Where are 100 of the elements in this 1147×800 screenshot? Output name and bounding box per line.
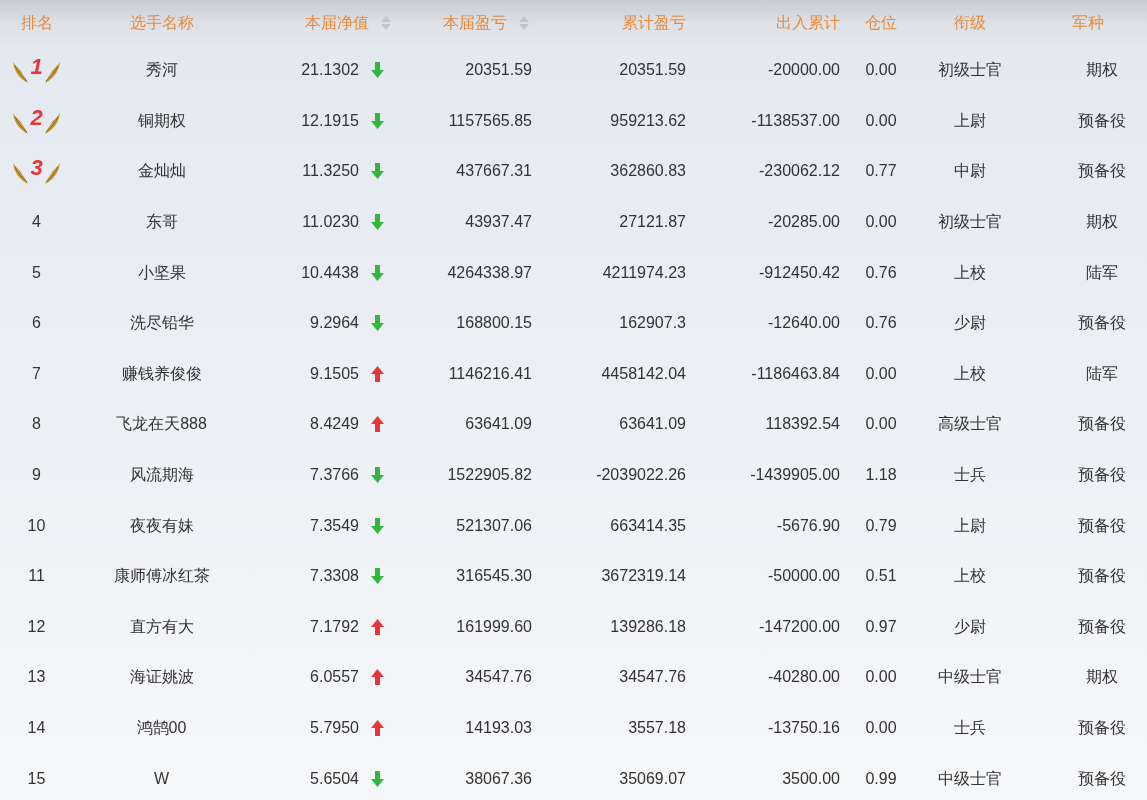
position-ratio: 0.76 bbox=[865, 313, 897, 334]
position-ratio: 0.00 bbox=[865, 718, 897, 738]
net-value: 9.2964 bbox=[310, 313, 359, 334]
military-rank: 上尉 bbox=[954, 515, 986, 536]
position-ratio: 1.18 bbox=[865, 465, 897, 486]
rank-number: 7 bbox=[32, 363, 41, 384]
player-name: 秀河 bbox=[145, 60, 178, 81]
position-ratio: 0.51 bbox=[865, 566, 897, 587]
season-profit: 161999.60 bbox=[456, 616, 532, 637]
military-rank: 中尉 bbox=[954, 161, 986, 182]
net-value: 11.0230 bbox=[302, 212, 359, 233]
net-value: 8.4249 bbox=[310, 414, 359, 435]
cash-flow: -50000.00 bbox=[767, 566, 840, 587]
position-ratio: 0.00 bbox=[865, 110, 897, 131]
cash-flow: -20000.00 bbox=[767, 60, 840, 81]
player-name: 鸿鹄00 bbox=[136, 718, 187, 738]
military-rank: 上校 bbox=[954, 566, 986, 587]
season-profit: 43937.47 bbox=[465, 212, 532, 233]
net-value: 5.6504 bbox=[310, 768, 359, 789]
total-profit: 35069.07 bbox=[619, 768, 686, 789]
position-ratio: 0.00 bbox=[865, 414, 897, 435]
sort-icon[interactable] bbox=[519, 15, 529, 30]
player-name: 直方有大 bbox=[129, 616, 194, 637]
service-branch: 预备役 bbox=[1077, 313, 1126, 334]
total-profit: 162907.3 bbox=[619, 313, 686, 334]
rank-number: 14 bbox=[27, 718, 46, 738]
service-branch: 预备役 bbox=[1077, 161, 1126, 182]
player-name: 金灿灿 bbox=[137, 161, 186, 182]
rank-number: 8 bbox=[32, 414, 41, 435]
rank-medal: 3 bbox=[12, 157, 61, 186]
total-profit: 139286.18 bbox=[610, 616, 686, 637]
service-branch: 预备役 bbox=[1077, 566, 1126, 587]
season-profit: 63641.09 bbox=[465, 414, 532, 435]
military-rank: 上尉 bbox=[954, 110, 986, 131]
cash-flow: 3500.00 bbox=[782, 768, 840, 789]
rank-number: 13 bbox=[27, 667, 46, 688]
season-profit: 521307.06 bbox=[456, 515, 532, 536]
sort-icon[interactable] bbox=[381, 15, 391, 30]
cash-flow: -1186463.84 bbox=[751, 363, 840, 384]
service-branch: 预备役 bbox=[1077, 718, 1126, 738]
military-rank: 中级士官 bbox=[938, 667, 1002, 688]
military-rank: 初级士官 bbox=[938, 212, 1002, 233]
military-rank: 少尉 bbox=[954, 313, 986, 334]
player-name: 赚钱养俊俊 bbox=[121, 363, 202, 384]
service-branch: 期权 bbox=[1085, 212, 1118, 233]
rank-number: 15 bbox=[27, 768, 46, 789]
column-header[interactable]: 本届净值 bbox=[305, 10, 391, 35]
military-rank: 高级士官 bbox=[938, 414, 1002, 435]
rank-number: 6 bbox=[32, 313, 41, 334]
column-header: 出入累计 bbox=[776, 12, 840, 33]
cash-flow: -147200.00 bbox=[759, 616, 840, 637]
player-name: 铜期权 bbox=[137, 110, 186, 131]
net-value: 21.1302 bbox=[301, 60, 359, 81]
military-rank: 少尉 bbox=[954, 616, 986, 637]
rank-number: 4 bbox=[32, 212, 41, 233]
column-header: 衔级 bbox=[954, 12, 986, 33]
rank-number: 12 bbox=[27, 616, 46, 637]
total-profit: 959213.62 bbox=[610, 110, 686, 131]
season-profit: 168800.15 bbox=[456, 313, 532, 334]
military-rank: 士兵 bbox=[954, 465, 986, 486]
cash-flow: -20285.00 bbox=[767, 212, 840, 233]
player-name: 东哥 bbox=[145, 212, 178, 233]
net-value: 11.3250 bbox=[302, 161, 359, 182]
player-name: 康师傅冰红茶 bbox=[113, 566, 210, 587]
total-profit: 3557.18 bbox=[628, 718, 686, 738]
net-value: 9.1505 bbox=[310, 363, 359, 384]
season-profit: 1157565.85 bbox=[448, 110, 532, 131]
cash-flow: -1439905.00 bbox=[750, 465, 840, 486]
total-profit: 362860.83 bbox=[610, 161, 686, 182]
rank-number: 11 bbox=[28, 566, 45, 587]
total-profit: 63641.09 bbox=[619, 414, 686, 435]
rank-number: 9 bbox=[32, 465, 41, 486]
cash-flow: -1138537.00 bbox=[751, 110, 840, 131]
rank-medal: 2 bbox=[12, 106, 61, 135]
net-value: 12.1915 bbox=[301, 110, 359, 131]
position-ratio: 0.77 bbox=[865, 161, 897, 182]
net-value: 7.3766 bbox=[310, 465, 359, 486]
cash-flow: -12640.00 bbox=[767, 313, 840, 334]
service-branch: 预备役 bbox=[1077, 465, 1126, 486]
column-header: 仓位 bbox=[865, 12, 897, 33]
net-value: 7.3308 bbox=[310, 566, 359, 587]
player-name: 海证姚波 bbox=[129, 667, 194, 688]
service-branch: 预备役 bbox=[1077, 515, 1126, 536]
total-profit: 20351.59 bbox=[619, 60, 686, 81]
player-name: 飞龙在天888 bbox=[116, 414, 207, 435]
service-branch: 期权 bbox=[1085, 667, 1118, 688]
net-value: 7.1792 bbox=[310, 616, 359, 637]
column-header: 排名 bbox=[20, 12, 53, 33]
player-name: 小坚果 bbox=[137, 262, 186, 283]
season-profit: 1522905.82 bbox=[447, 465, 532, 486]
net-value: 7.3549 bbox=[310, 515, 359, 536]
column-header[interactable]: 本届盈亏 bbox=[443, 10, 529, 35]
column-header: 选手名称 bbox=[129, 12, 194, 33]
rank-number: 5 bbox=[32, 262, 41, 283]
position-ratio: 0.00 bbox=[865, 212, 897, 233]
military-rank: 中级士官 bbox=[938, 768, 1002, 789]
position-ratio: 0.00 bbox=[865, 60, 897, 81]
total-profit: 3672319.14 bbox=[601, 566, 686, 587]
season-profit: 20351.59 bbox=[465, 60, 532, 81]
season-profit: 38067.36 bbox=[465, 768, 532, 789]
